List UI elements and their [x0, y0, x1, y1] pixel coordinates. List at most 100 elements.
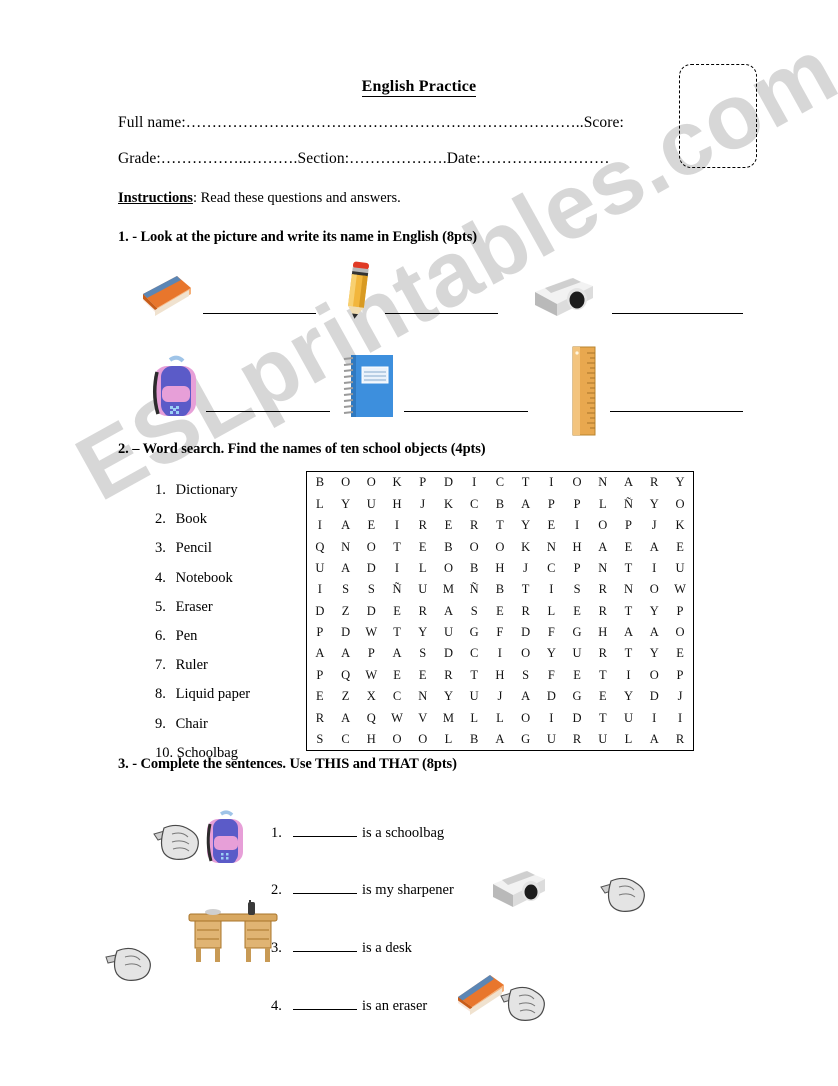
word-search-cell[interactable]: G: [513, 729, 539, 751]
word-search-cell[interactable]: O: [384, 729, 410, 751]
word-search-cell[interactable]: N: [538, 536, 564, 557]
word-search-cell[interactable]: A: [307, 643, 333, 664]
word-search-cell[interactable]: R: [590, 600, 616, 621]
word-search-cell[interactable]: O: [358, 536, 384, 557]
word-search-cell[interactable]: O: [667, 622, 693, 643]
word-search-cell[interactable]: P: [307, 664, 333, 685]
word-search-cell[interactable]: D: [358, 600, 384, 621]
word-search-cell[interactable]: Y: [410, 622, 436, 643]
word-search-cell[interactable]: O: [564, 472, 590, 493]
word-search-cell[interactable]: Y: [641, 643, 667, 664]
word-search-cell[interactable]: C: [333, 729, 359, 751]
word-search-cell[interactable]: M: [436, 579, 462, 600]
word-search-cell[interactable]: H: [487, 664, 513, 685]
grade-dots[interactable]: ……………..……….: [161, 150, 298, 167]
word-search-cell[interactable]: T: [616, 643, 642, 664]
word-search-cell[interactable]: H: [590, 622, 616, 643]
word-search-cell[interactable]: K: [384, 472, 410, 493]
word-search-cell[interactable]: D: [436, 472, 462, 493]
word-search-cell[interactable]: J: [667, 686, 693, 707]
word-search-cell[interactable]: E: [616, 536, 642, 557]
word-search-cell[interactable]: O: [487, 536, 513, 557]
word-search-cell[interactable]: S: [307, 729, 333, 751]
word-search-cell[interactable]: P: [564, 558, 590, 579]
word-search-cell[interactable]: H: [384, 493, 410, 514]
word-search-cell[interactable]: U: [538, 729, 564, 751]
word-search-cell[interactable]: A: [487, 729, 513, 751]
word-search-cell[interactable]: I: [307, 515, 333, 536]
word-search-cell[interactable]: R: [667, 729, 693, 751]
word-search-cell[interactable]: C: [461, 643, 487, 664]
word-search-cell[interactable]: N: [590, 558, 616, 579]
word-search-cell[interactable]: Ñ: [461, 579, 487, 600]
word-search-cell[interactable]: L: [436, 729, 462, 751]
word-search-cell[interactable]: W: [358, 622, 384, 643]
word-search-cell[interactable]: N: [333, 536, 359, 557]
word-search-cell[interactable]: E: [487, 600, 513, 621]
word-search-cell[interactable]: B: [436, 536, 462, 557]
word-search-cell[interactable]: Ñ: [384, 579, 410, 600]
word-search-cell[interactable]: W: [667, 579, 693, 600]
sentence-blank-2[interactable]: [293, 880, 357, 894]
word-search-cell[interactable]: F: [538, 664, 564, 685]
word-search-cell[interactable]: G: [564, 622, 590, 643]
word-search-cell[interactable]: R: [641, 472, 667, 493]
word-search-cell[interactable]: P: [538, 493, 564, 514]
word-search-cell[interactable]: M: [436, 707, 462, 728]
word-search-cell[interactable]: F: [487, 622, 513, 643]
word-search-cell[interactable]: N: [590, 472, 616, 493]
word-search-cell[interactable]: U: [461, 686, 487, 707]
word-search-cell[interactable]: E: [538, 515, 564, 536]
word-search-cell[interactable]: W: [358, 664, 384, 685]
word-search-cell[interactable]: O: [461, 536, 487, 557]
word-search-cell[interactable]: T: [616, 600, 642, 621]
word-search-cell[interactable]: S: [513, 664, 539, 685]
answer-line-3[interactable]: [612, 313, 743, 314]
word-search-cell[interactable]: O: [513, 643, 539, 664]
word-search-cell[interactable]: A: [641, 729, 667, 751]
word-search-cell[interactable]: P: [564, 493, 590, 514]
word-search-cell[interactable]: A: [333, 707, 359, 728]
word-search-cell[interactable]: B: [461, 729, 487, 751]
word-search-cell[interactable]: S: [564, 579, 590, 600]
word-search-cell[interactable]: N: [410, 686, 436, 707]
word-search-cell[interactable]: H: [487, 558, 513, 579]
word-search-cell[interactable]: I: [641, 558, 667, 579]
word-search-cell[interactable]: P: [358, 643, 384, 664]
word-search-cell[interactable]: Y: [641, 600, 667, 621]
word-search-cell[interactable]: A: [333, 558, 359, 579]
word-search-cell[interactable]: I: [538, 707, 564, 728]
word-search-cell[interactable]: A: [513, 686, 539, 707]
word-search-cell[interactable]: T: [461, 664, 487, 685]
word-search-cell[interactable]: E: [384, 664, 410, 685]
word-search-cell[interactable]: T: [590, 664, 616, 685]
word-search-cell[interactable]: I: [461, 472, 487, 493]
word-search-cell[interactable]: L: [616, 729, 642, 751]
word-search-cell[interactable]: D: [564, 707, 590, 728]
word-search-cell[interactable]: I: [641, 707, 667, 728]
word-search-cell[interactable]: S: [461, 600, 487, 621]
word-search-cell[interactable]: L: [590, 493, 616, 514]
word-search-cell[interactable]: R: [590, 579, 616, 600]
word-search-cell[interactable]: U: [358, 493, 384, 514]
word-search-cell[interactable]: Q: [333, 664, 359, 685]
word-search-cell[interactable]: D: [436, 643, 462, 664]
word-search-cell[interactable]: P: [307, 622, 333, 643]
word-search-cell[interactable]: U: [667, 558, 693, 579]
word-search-cell[interactable]: S: [358, 579, 384, 600]
word-search-cell[interactable]: D: [641, 686, 667, 707]
word-search-cell[interactable]: T: [384, 622, 410, 643]
word-search-cell[interactable]: A: [513, 493, 539, 514]
section-dots[interactable]: ……………….: [349, 150, 447, 167]
word-search-cell[interactable]: I: [538, 472, 564, 493]
word-search-cell[interactable]: I: [307, 579, 333, 600]
word-search-cell[interactable]: Q: [307, 536, 333, 557]
word-search-cell[interactable]: Ñ: [616, 493, 642, 514]
word-search-cell[interactable]: T: [590, 707, 616, 728]
word-search-cell[interactable]: D: [358, 558, 384, 579]
word-search-cell[interactable]: E: [564, 600, 590, 621]
word-search-grid[interactable]: BOOKPDICTIONARYLYUHJKCBAPPLÑYOIAEIRERTYE…: [306, 471, 694, 751]
word-search-cell[interactable]: T: [616, 558, 642, 579]
sentence-blank-3[interactable]: [293, 938, 357, 952]
word-search-cell[interactable]: J: [513, 558, 539, 579]
